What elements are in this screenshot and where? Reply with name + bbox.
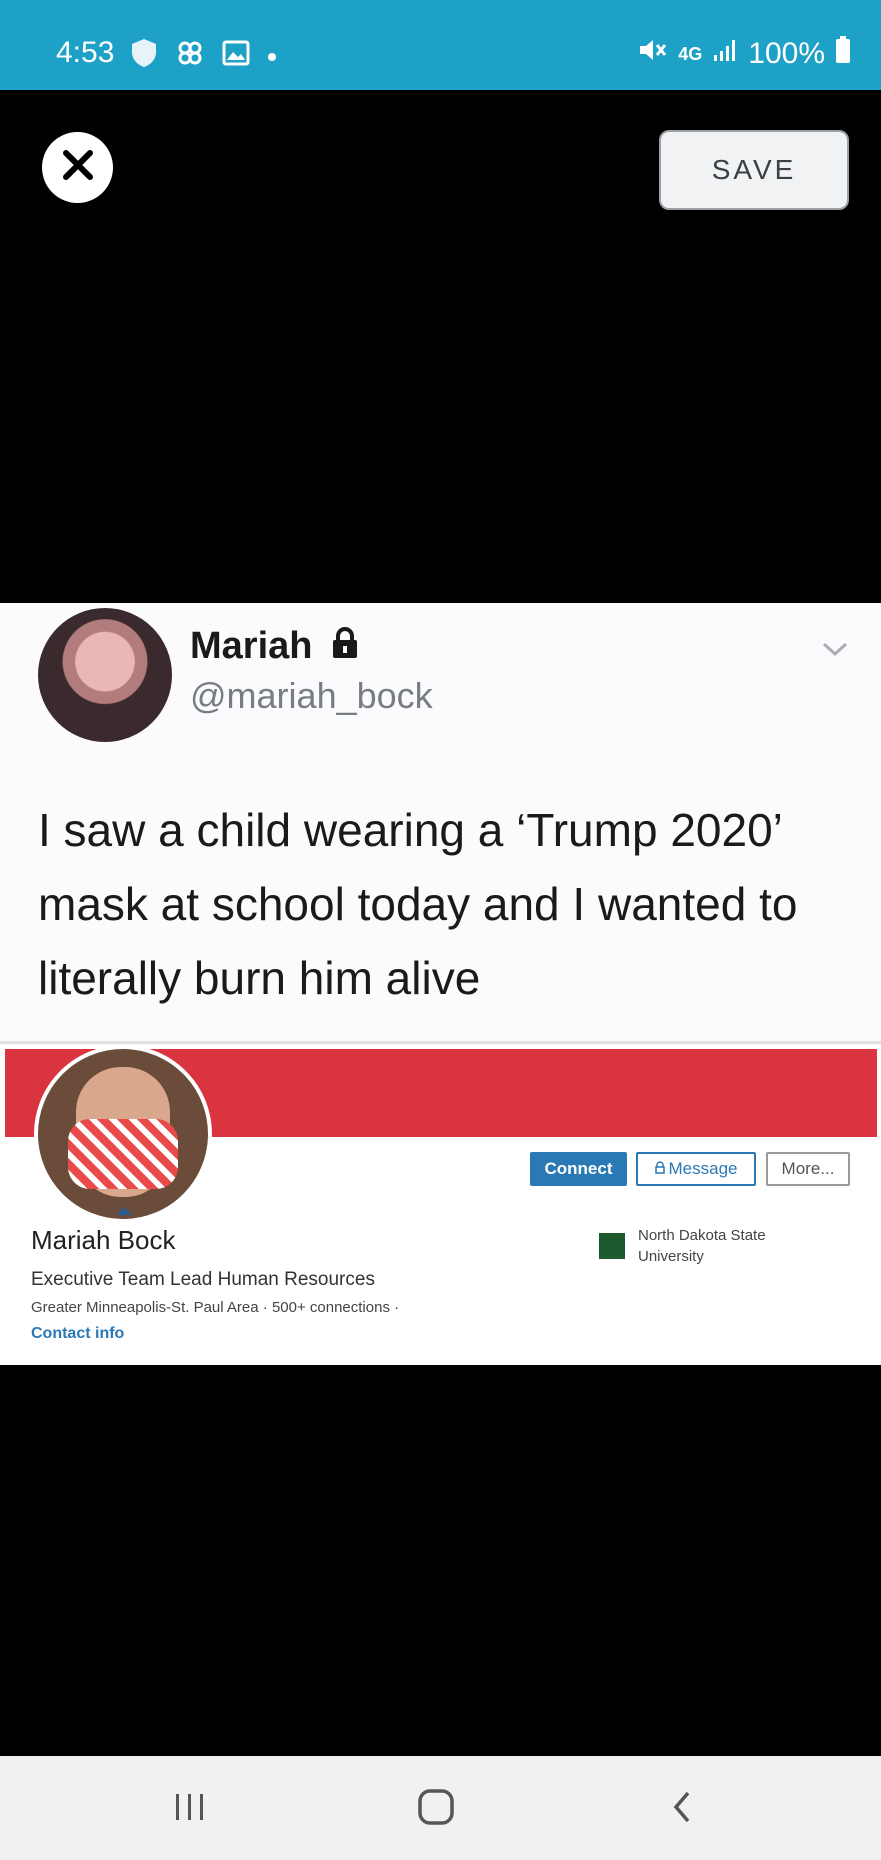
navigation-bar <box>0 1756 881 1860</box>
tweet-text: I saw a child wearing a ‘Trump 2020’ mas… <box>38 804 798 1004</box>
lock-icon <box>329 626 361 670</box>
tweet-card: Mariah @mariah_bock I saw a child wearin… <box>0 603 881 1044</box>
back-icon <box>670 1789 694 1830</box>
profile-name: Mariah Bock <box>31 1225 176 1255</box>
mute-icon <box>638 36 668 72</box>
tweet-handle: @mariah_bock <box>190 675 433 716</box>
tweet-avatar <box>38 608 172 742</box>
avatar-mask <box>68 1119 178 1189</box>
status-bar: 4:53 4G 100% <box>0 0 881 90</box>
signal-icon <box>712 37 738 71</box>
message-button: Message <box>636 1152 756 1186</box>
recent-apps-icon <box>172 1791 208 1828</box>
tweet-author-name: Mariah <box>190 625 361 670</box>
tweet-name-text: Mariah <box>190 625 313 667</box>
status-right-icons: 4G 100% <box>638 36 851 72</box>
profile-title: Executive Team Lead Human Resources <box>31 1269 375 1290</box>
notification-dot-icon <box>268 53 276 61</box>
battery-percent: 100% <box>748 37 825 70</box>
more-button: More... <box>766 1152 850 1186</box>
caret-up-icon <box>116 1207 132 1215</box>
connect-button: Connect <box>530 1152 627 1186</box>
home-button[interactable] <box>406 1786 466 1832</box>
home-icon <box>416 1787 456 1832</box>
linkedin-profile-card: Connect Message More... Mariah Bock Exec… <box>0 1045 881 1365</box>
network-type: 4G <box>678 43 703 64</box>
battery-icon <box>835 36 851 72</box>
contact-info-link: Contact info <box>31 1325 125 1342</box>
pinwheel-icon <box>176 39 204 75</box>
message-label: Message <box>668 1159 738 1178</box>
status-left-icons <box>130 38 276 76</box>
status-time: 4:53 <box>56 36 115 69</box>
profile-location: Greater Minneapolis-St. Paul Area · 500+… <box>31 1299 400 1316</box>
image-icon <box>222 40 250 74</box>
school-logo-icon <box>599 1233 625 1259</box>
chevron-down-icon <box>820 639 850 664</box>
back-button[interactable] <box>652 1786 712 1832</box>
shield-icon <box>130 38 158 76</box>
meme-image: Mariah @mariah_bock I saw a child wearin… <box>0 603 881 1365</box>
close-icon <box>60 147 96 188</box>
school-name: North Dakota State University <box>638 1227 766 1265</box>
close-button[interactable] <box>42 132 113 203</box>
save-button[interactable]: SAVE <box>659 130 849 210</box>
recent-apps-button[interactable] <box>160 1786 220 1832</box>
profile-avatar <box>34 1045 212 1223</box>
lock-small-icon <box>654 1159 665 1179</box>
